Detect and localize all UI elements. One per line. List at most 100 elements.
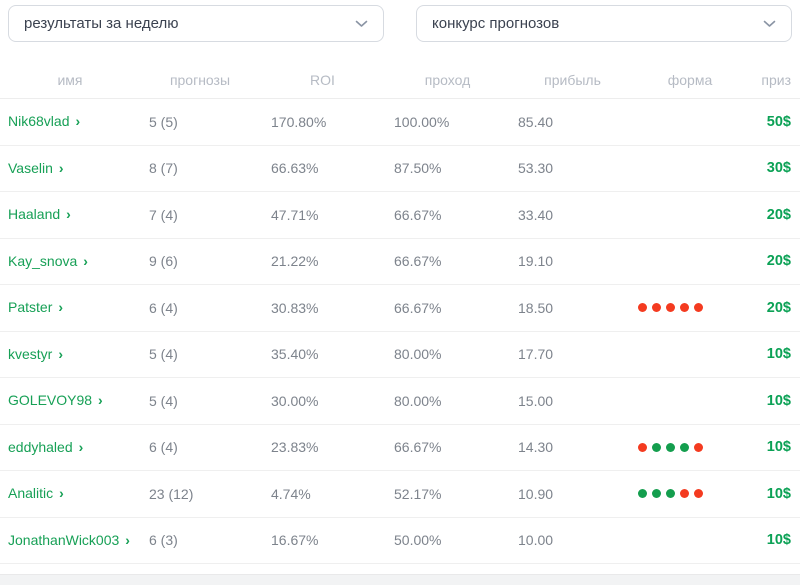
profit-value: 15.00 (518, 392, 554, 409)
prize-value: 10$ (766, 346, 791, 363)
predictions-value: 6 (4) (149, 439, 178, 456)
chevron-right-icon: › (78, 438, 84, 455)
pass-rate-value: 66.67% (394, 439, 442, 456)
red-form-dot (694, 489, 703, 499)
player-name-cell: Patster › (0, 294, 140, 321)
predictions-value: 6 (4) (149, 299, 178, 316)
table-row[interactable]: Haaland › 7 (4) 47.71% 66.67% 33.40 20$ (0, 192, 800, 239)
predictions-value: 8 (7) (149, 160, 178, 177)
player-name-link[interactable]: JonathanWick003 (8, 532, 119, 548)
leaderboard-page: результаты за неделю конкурс прогнозов и… (0, 0, 800, 585)
roi-value: 66.63% (271, 160, 319, 177)
red-form-dot (666, 303, 675, 313)
column-header-roi: ROI (310, 72, 335, 88)
table-row[interactable]: JonathanWick003 › 6 (3) 16.67% 50.00% 10.… (0, 518, 800, 564)
red-form-dot (638, 442, 647, 452)
chevron-down-icon (355, 15, 368, 33)
roi-value: 23.83% (271, 439, 319, 456)
chevron-right-icon: › (83, 252, 88, 269)
prize-value: 20$ (766, 206, 791, 223)
profit-value: 33.40 (518, 206, 554, 223)
chevron-right-icon: › (58, 345, 64, 362)
column-header-form: форма (667, 72, 713, 88)
prize-value: 20$ (766, 299, 791, 316)
player-name-cell: Analitic › (0, 480, 140, 507)
player-name-link[interactable]: Kay_snova (8, 253, 77, 269)
roi-value: 30.83% (271, 299, 319, 316)
pass-rate-value: 52.17% (394, 485, 442, 502)
column-header-profit: прибыль (544, 72, 601, 88)
prize-value: 50$ (766, 113, 791, 130)
predictions-value: 7 (4) (149, 206, 178, 223)
table-row[interactable]: GOLEVOY98 › 5 (4) 30.00% 80.00% 15.00 10$ (0, 378, 800, 425)
green-form-dot (638, 489, 647, 499)
contest-dropdown[interactable]: конкурс прогнозов (416, 5, 792, 42)
chevron-right-icon: › (75, 113, 81, 130)
red-form-dot (652, 303, 661, 313)
pass-rate-value: 80.00% (394, 392, 442, 409)
pass-rate-value: 50.00% (394, 532, 442, 549)
pass-rate-value: 87.50% (394, 160, 442, 177)
chevron-right-icon: › (66, 206, 71, 223)
profit-value: 53.30 (518, 160, 554, 177)
next-row-edge (0, 574, 800, 585)
table-header-row: имя прогнозы ROI проход прибыль форма пр… (0, 62, 800, 99)
column-header-name: имя (57, 72, 83, 88)
contest-dropdown-value: конкурс прогнозов (432, 15, 560, 32)
table-row[interactable]: kvestyr › 5 (4) 35.40% 80.00% 17.70 10$ (0, 332, 800, 378)
red-form-dot (680, 303, 689, 313)
chevron-right-icon: › (125, 531, 130, 548)
pass-rate-value: 66.67% (394, 206, 442, 223)
green-form-dot (652, 442, 661, 452)
predictions-value: 6 (3) (149, 532, 178, 549)
table-row[interactable]: Nik68vlad › 5 (5) 170.80% 100.00% 85.40 5… (0, 99, 800, 146)
player-name-link[interactable]: Analitic (8, 485, 53, 501)
pass-rate-value: 100.00% (394, 113, 450, 130)
profit-value: 14.30 (518, 439, 554, 456)
player-name-link[interactable]: GOLEVOY98 (8, 392, 92, 408)
table-row[interactable]: Analitic › 23 (12) 4.74% 52.17% 10.90 10$ (0, 471, 800, 518)
predictions-value: 5 (5) (149, 113, 178, 130)
player-name-cell: kvestyr › (0, 341, 140, 368)
player-name-link[interactable]: Vaselin (8, 160, 53, 176)
pass-rate-value: 66.67% (394, 299, 442, 316)
prize-value: 10$ (766, 439, 791, 456)
roi-value: 47.71% (271, 206, 319, 223)
player-name-cell: eddyhaled › (0, 434, 140, 461)
player-name-link[interactable]: eddyhaled (8, 439, 73, 455)
predictions-value: 5 (4) (149, 346, 178, 363)
chevron-right-icon: › (59, 485, 64, 502)
chevron-right-icon: › (58, 299, 64, 316)
red-form-dot (694, 303, 703, 313)
table-row[interactable]: Patster › 6 (4) 30.83% 66.67% 18.50 20$ (0, 285, 800, 332)
table-row[interactable]: Kay_snova › 9 (6) 21.22% 66.67% 19.10 20$ (0, 239, 800, 285)
prize-value: 20$ (766, 253, 791, 270)
red-form-dot (694, 442, 703, 452)
column-header-pass: проход (424, 72, 471, 88)
form-dots (635, 303, 745, 313)
green-form-dot (652, 489, 661, 499)
roi-value: 170.80% (271, 113, 327, 130)
table-body: Nik68vlad › 5 (5) 170.80% 100.00% 85.40 5… (0, 99, 800, 564)
profit-value: 10.90 (518, 485, 554, 502)
pass-rate-value: 66.67% (394, 253, 442, 270)
period-dropdown[interactable]: результаты за неделю (8, 5, 384, 42)
period-dropdown-value: результаты за неделю (24, 15, 179, 32)
table-row[interactable]: eddyhaled › 6 (4) 23.83% 66.67% 14.30 10$ (0, 425, 800, 471)
red-form-dot (680, 489, 689, 499)
roi-value: 35.40% (271, 346, 319, 363)
table-row[interactable]: Vaselin › 8 (7) 66.63% 87.50% 53.30 30$ (0, 146, 800, 192)
player-name-cell: Haaland › (0, 201, 140, 228)
player-name-cell: Nik68vlad › (0, 108, 140, 135)
player-name-link[interactable]: kvestyr (8, 346, 52, 362)
prize-value: 30$ (766, 160, 791, 177)
form-dots (635, 489, 745, 499)
player-name-link[interactable]: Patster (8, 299, 52, 315)
roi-value: 30.00% (271, 392, 319, 409)
green-form-dot (680, 442, 689, 452)
prize-value: 10$ (766, 485, 791, 502)
player-name-link[interactable]: Haaland (8, 206, 60, 222)
profit-value: 17.70 (518, 346, 554, 363)
player-name-link[interactable]: Nik68vlad (8, 113, 69, 129)
green-form-dot (666, 489, 675, 499)
